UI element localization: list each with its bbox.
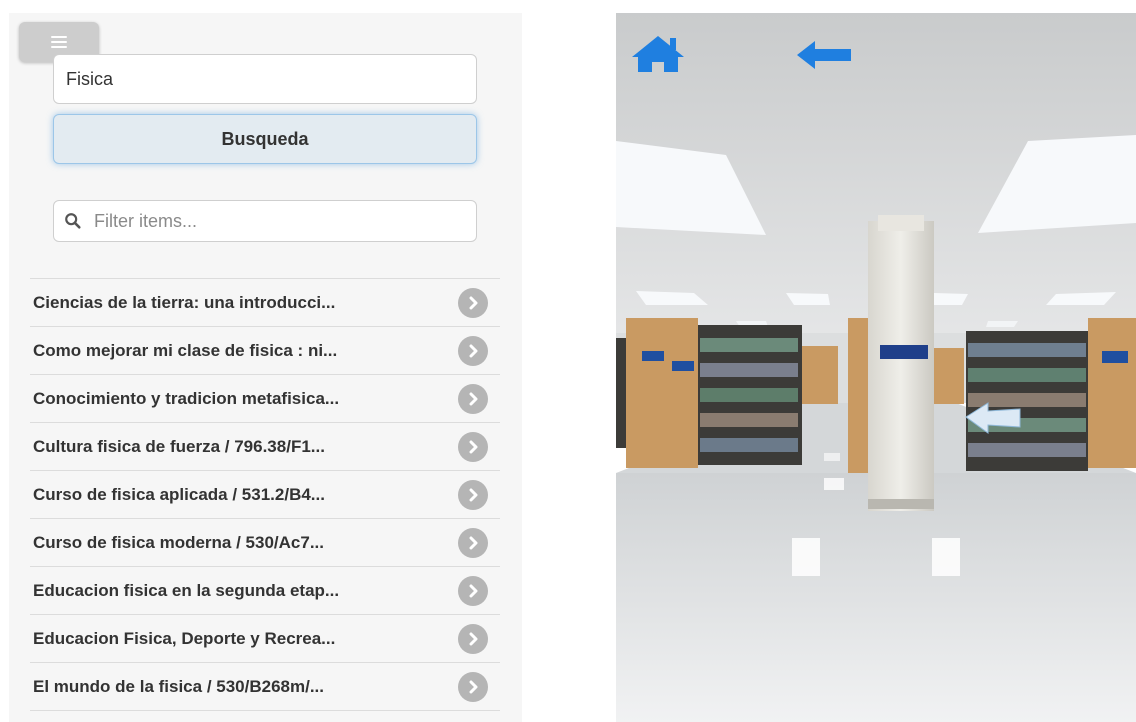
list-item[interactable]: Conocimiento y tradicion metafisica...: [30, 375, 500, 423]
search-button[interactable]: Busqueda: [53, 114, 477, 164]
filter-input[interactable]: [92, 209, 476, 233]
chevron-right-icon: [458, 575, 488, 606]
list-item[interactable]: Curso de fisica aplicada / 531.2/B4...: [30, 471, 500, 519]
back-button[interactable]: [797, 41, 851, 69]
list-item-label: Educacion fisica en la segunda etap...: [33, 580, 340, 600]
list-item[interactable]: Como mejorar mi clase de fisica : ni...: [30, 327, 500, 375]
hamburger-icon: [51, 36, 67, 48]
search-input[interactable]: [53, 54, 477, 104]
search-panel: Busqueda Ciencias de la tierra: una intr…: [9, 13, 522, 722]
list-item[interactable]: Educacion fisica en la segunda etap...: [30, 567, 500, 615]
list-item-label: Ciencias de la tierra: una introducci...: [33, 292, 336, 312]
chevron-right-icon: [458, 479, 488, 510]
home-button[interactable]: [630, 35, 686, 73]
home-icon: [632, 36, 684, 72]
list-item-label: Conocimiento y tradicion metafisica...: [33, 388, 340, 408]
list-item-label: Cultura fisica de fuerza / 796.38/F1...: [33, 436, 325, 456]
chevron-right-icon: [458, 431, 488, 462]
list-item[interactable]: El mundo de la fisica / 530/B268m/...: [30, 663, 500, 711]
list-item-label: Educacion Fisica, Deporte y Recrea...: [33, 628, 336, 648]
list-item-label: Como mejorar mi clase de fisica : ni...: [33, 340, 338, 360]
results-list: Ciencias de la tierra: una introducci...…: [30, 278, 500, 711]
search-icon: [65, 213, 81, 229]
list-item-label: Curso de fisica aplicada / 531.2/B4...: [33, 484, 325, 504]
arrow-left-icon: [797, 41, 851, 69]
chevron-right-icon: [458, 671, 488, 702]
chevron-right-icon: [458, 623, 488, 654]
list-item[interactable]: Ciencias de la tierra: una introducci...: [30, 279, 500, 327]
chevron-right-icon: [458, 383, 488, 414]
list-item[interactable]: Curso de fisica moderna / 530/Ac7...: [30, 519, 500, 567]
filter-box[interactable]: [53, 200, 477, 242]
chevron-right-icon: [458, 287, 488, 318]
list-item-label: El mundo de la fisica / 530/B268m/...: [33, 676, 325, 696]
chevron-right-icon: [458, 527, 488, 558]
library-photo: [616, 13, 1136, 722]
library-view: [616, 13, 1136, 722]
list-item[interactable]: Educacion Fisica, Deporte y Recrea...: [30, 615, 500, 663]
list-item-label: Curso de fisica moderna / 530/Ac7...: [33, 532, 325, 552]
chevron-right-icon: [458, 335, 488, 366]
list-item[interactable]: Cultura fisica de fuerza / 796.38/F1...: [30, 423, 500, 471]
